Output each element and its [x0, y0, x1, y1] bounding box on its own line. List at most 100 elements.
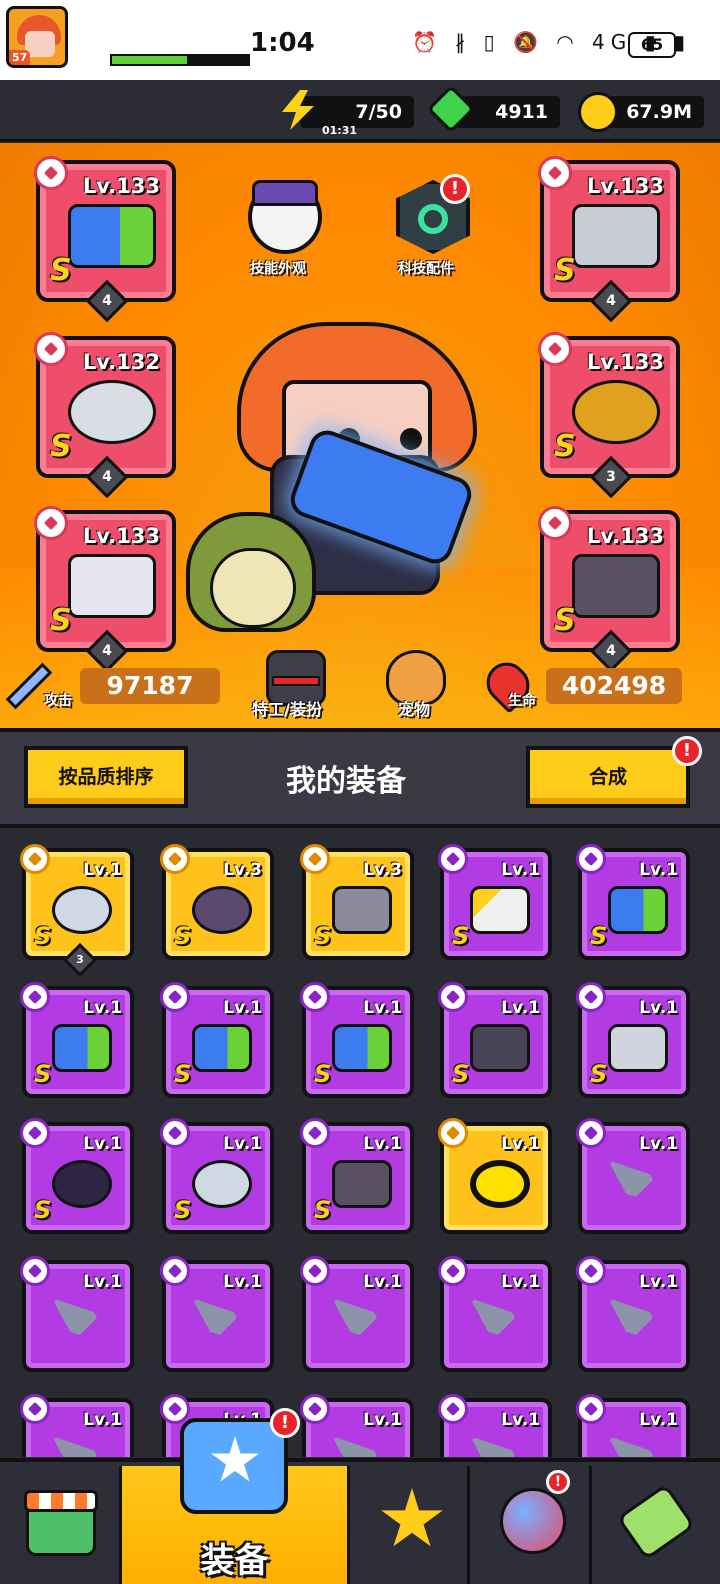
item-level: Lv.1 — [363, 1134, 402, 1154]
tech-parts-label[interactable]: 科技配件 — [398, 258, 454, 278]
item-level: Lv.1 — [639, 1410, 678, 1430]
inventory-item[interactable]: Lv.1 — [438, 1118, 552, 1234]
slot-level: Lv.133 — [586, 174, 664, 198]
item-level: Lv.1 — [223, 1272, 262, 1292]
inventory-item[interactable]: Lv.1 S — [20, 982, 134, 1098]
inventory-item[interactable]: Lv.1 — [300, 1256, 414, 1372]
equipment-tab-alert-icon: ! — [270, 1408, 300, 1438]
inventory-item[interactable]: Lv.1 — [576, 1256, 690, 1372]
equip-slot-boots[interactable]: Lv.133 S 4 — [538, 506, 680, 673]
equip-slot-armor[interactable]: Lv.133 S 4 — [538, 156, 680, 323]
nav-skills[interactable] — [350, 1466, 470, 1584]
inventory-item[interactable]: Lv.1 S — [20, 1118, 134, 1234]
inventory-item[interactable]: Lv.1 — [576, 1394, 690, 1457]
equip-slot-necklace[interactable]: Lv.132 S 4 — [34, 332, 176, 499]
armor-icon — [572, 204, 660, 268]
slot-rank: S — [50, 603, 72, 638]
nav-shop[interactable] — [0, 1466, 122, 1584]
inventory-item[interactable]: Lv.1 S — [438, 982, 552, 1098]
kunai-icon — [52, 1436, 112, 1457]
shop-awning — [24, 1490, 98, 1512]
item-rank: S — [314, 1196, 332, 1224]
glove-slot-icon — [34, 506, 68, 540]
equip-slot-glove[interactable]: Lv.133 S 4 — [34, 506, 176, 673]
inventory-item[interactable]: Lv.1 S — [160, 1118, 274, 1234]
skill-skin-label[interactable]: 技能外观 — [250, 258, 306, 278]
item-level: Lv.1 — [639, 998, 678, 1018]
armor-type-icon — [438, 982, 468, 1012]
spike-type-icon — [438, 1118, 468, 1148]
armor2-icon — [608, 1024, 668, 1072]
inventory-item[interactable]: Lv.1 — [20, 1394, 134, 1457]
boot-icon — [332, 1160, 392, 1208]
bottom-nav: 装备 ! — [0, 1458, 720, 1584]
kunai-icon — [332, 1436, 392, 1457]
kunai-type-icon — [20, 1256, 50, 1286]
item-level: Lv.1 — [83, 860, 122, 880]
item-rank: S — [34, 1060, 52, 1088]
necklace-icon — [68, 380, 156, 444]
inventory-item[interactable]: Lv.1 S 3 — [20, 844, 134, 977]
equip-slot-belt[interactable]: Lv.133 S 3 — [538, 332, 680, 499]
pet-label[interactable]: 宠物 — [398, 696, 430, 720]
inventory-item[interactable]: Lv.1 — [20, 1256, 134, 1372]
inventory-item[interactable]: Lv.1 S — [160, 982, 274, 1098]
belt-slot-icon — [538, 332, 572, 366]
item-level: Lv.3 — [363, 860, 402, 880]
necklace-slot-icon — [34, 332, 68, 366]
inventory-grid[interactable]: Lv.1 S 3 Lv.3 S Lv.3 S Lv.1 S Lv.1 S Lv.1 S Lv.1 S Lv.1… — [0, 832, 720, 1457]
player-name: 神鸦 — [76, 24, 112, 45]
kunai-icon — [332, 1298, 392, 1346]
nav-equipment-label: 装备 — [200, 1541, 269, 1581]
weapon-slot-icon — [34, 156, 68, 190]
slot-level: Lv.133 — [82, 174, 160, 198]
item-level: Lv.1 — [639, 860, 678, 880]
item-rank: S — [34, 922, 52, 950]
nav-dna[interactable] — [592, 1466, 720, 1584]
inventory-item[interactable]: Lv.1 — [438, 1256, 552, 1372]
slot-rank: S — [554, 429, 576, 464]
item-level: Lv.1 — [501, 998, 540, 1018]
equip-slot-weapon[interactable]: Lv.133 S 4 — [34, 156, 176, 323]
item-level: Lv.1 — [501, 1410, 540, 1430]
player-level: 109 — [76, 50, 110, 69]
kunai-type-icon — [576, 1256, 606, 1286]
inventory-item[interactable]: Lv.1 S — [576, 982, 690, 1098]
belt-icon — [572, 380, 660, 444]
neck-type-icon — [20, 1118, 50, 1148]
attack-value: 97187 — [80, 668, 220, 704]
inventory-item[interactable]: Lv.3 S — [300, 844, 414, 960]
energy-timer: 01:31 — [322, 124, 358, 137]
item-level: Lv.1 — [639, 1272, 678, 1292]
slot-level: Lv.132 — [82, 350, 160, 374]
avatar[interactable]: 57 — [6, 6, 68, 68]
armor-slot-icon — [538, 156, 572, 190]
item-rank: S — [314, 922, 332, 950]
coin-icon[interactable] — [578, 92, 618, 132]
nav-planet[interactable]: ! — [470, 1466, 592, 1584]
item-stars: 3 — [63, 943, 97, 977]
equipment-tab-icon[interactable] — [180, 1418, 288, 1514]
hp-label: 生命 — [508, 693, 536, 709]
equipment-title: 我的装备 — [286, 764, 406, 799]
kunai-type-icon — [300, 1256, 330, 1286]
inventory-item[interactable]: Lv.1 S — [438, 844, 552, 960]
slot-rank: S — [50, 253, 72, 288]
inventory-item[interactable]: Lv.1 S — [300, 1118, 414, 1234]
agent-label[interactable]: 特工/装扮 — [252, 696, 322, 720]
inventory-item[interactable]: Lv.1 S — [576, 844, 690, 960]
inventory-item[interactable]: Lv.1 — [160, 1256, 274, 1372]
glove-type-icon — [300, 844, 330, 874]
gun-type-icon — [20, 982, 50, 1012]
inventory-item[interactable]: Lv.1 — [576, 1118, 690, 1234]
inventory-item[interactable]: Lv.3 S — [160, 844, 274, 960]
belt-icon — [192, 1160, 252, 1208]
item-level: Lv.1 — [501, 1272, 540, 1292]
inventory-item[interactable]: Lv.1 — [438, 1394, 552, 1457]
merge-button[interactable]: 合成 — [526, 746, 690, 808]
inventory-item[interactable]: Lv.1 — [300, 1394, 414, 1457]
item-level: Lv.1 — [639, 1134, 678, 1154]
inventory-item[interactable]: Lv.1 S — [300, 982, 414, 1098]
sort-by-quality-button[interactable]: 按品质排序 — [24, 746, 188, 808]
item-level: Lv.1 — [223, 1134, 262, 1154]
